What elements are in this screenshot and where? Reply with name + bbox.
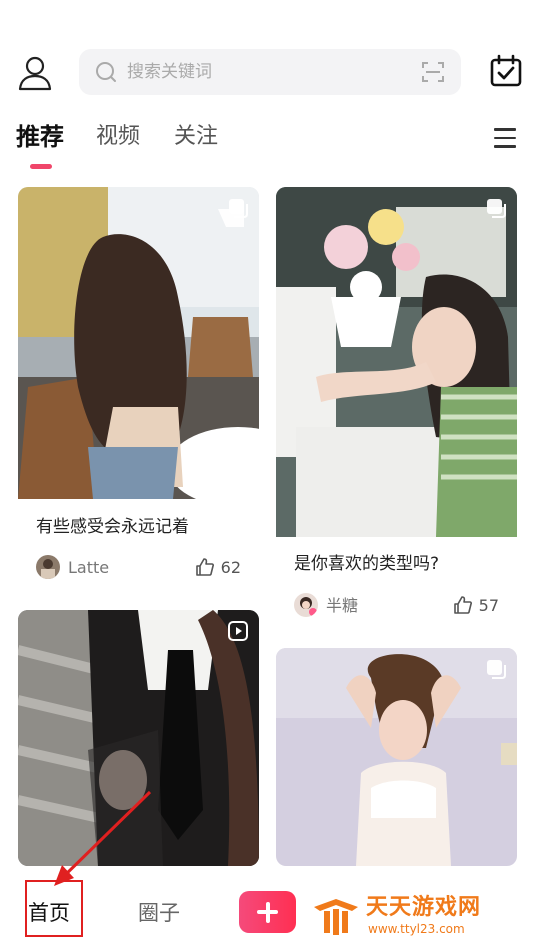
tab-following[interactable]: 关注 [174, 122, 218, 152]
feed-card[interactable]: 是你喜欢的类型吗? 半糖 57 [276, 187, 517, 627]
like-count-wrap[interactable]: 62 [195, 557, 241, 579]
user-profile-icon[interactable] [16, 54, 54, 92]
feed-tabs: 推荐 视频 关注 [0, 116, 535, 176]
top-header: 搜索关键词 [0, 40, 535, 104]
like-count: 62 [220, 558, 241, 577]
multi-image-icon [487, 660, 506, 679]
thumbs-up-icon [195, 558, 214, 576]
search-icon [96, 62, 116, 82]
watermark-title: 天天游戏网 [366, 895, 482, 920]
watermark-url: www.ttyl23.com [368, 922, 465, 936]
feed-card[interactable]: 有些感受会永远记着 Latte 62 [18, 187, 259, 592]
watermark-logo-icon [314, 899, 358, 935]
post-image [276, 187, 517, 537]
post-meta: Latte 62 [36, 555, 241, 581]
annotation-arrow [54, 790, 152, 886]
menu-icon[interactable] [494, 128, 516, 148]
tab-recommend[interactable]: 推荐 [16, 122, 64, 152]
tab-video[interactable]: 视频 [96, 122, 140, 152]
multi-image-icon [487, 199, 506, 218]
checkin-calendar-icon[interactable] [489, 54, 523, 88]
scan-icon[interactable] [421, 60, 445, 84]
nav-circle[interactable]: 圈子 [138, 898, 180, 928]
multi-image-icon [229, 199, 248, 218]
search-placeholder: 搜索关键词 [127, 62, 212, 82]
post-meta: 半糖 57 [294, 593, 499, 619]
avatar[interactable] [36, 555, 60, 579]
like-count: 57 [478, 596, 499, 615]
like-count-wrap[interactable]: 57 [453, 595, 499, 617]
avatar[interactable] [294, 593, 318, 617]
author-name[interactable]: 半糖 [326, 595, 358, 617]
video-play-icon [228, 621, 248, 641]
post-image [18, 187, 259, 507]
watermark: 天天游戏网 www.ttyl23.com [312, 895, 522, 939]
post-title: 是你喜欢的类型吗? [294, 554, 440, 574]
author-name[interactable]: Latte [68, 557, 109, 579]
search-bar[interactable]: 搜索关键词 [79, 49, 461, 95]
feed-card[interactable] [276, 648, 517, 866]
post-title: 有些感受会永远记着 [36, 517, 189, 537]
post-image [276, 648, 517, 866]
active-tab-indicator [30, 164, 52, 169]
create-post-button[interactable] [239, 891, 296, 933]
thumbs-up-icon [453, 596, 472, 614]
